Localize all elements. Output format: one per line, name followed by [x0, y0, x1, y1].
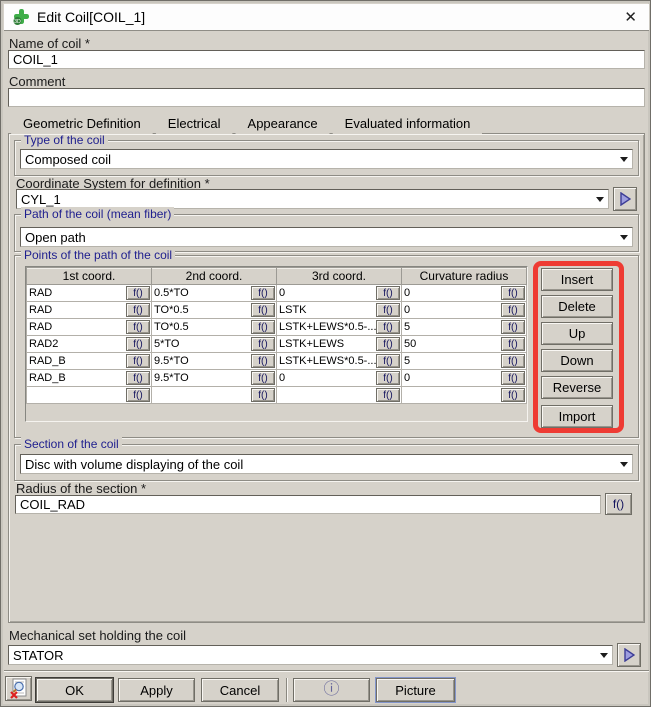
- tab-appearance[interactable]: Appearance: [236, 113, 330, 134]
- mechanical-set-detail-button[interactable]: [617, 643, 641, 667]
- tab-electrical[interactable]: Electrical: [156, 113, 233, 134]
- ok-button[interactable]: OK: [36, 678, 113, 702]
- check-physics-button[interactable]: [5, 676, 32, 701]
- flux-3d-app-icon: 3D: [12, 8, 30, 26]
- tab-label: Evaluated information: [345, 116, 471, 131]
- run-arrow-icon: [623, 648, 635, 662]
- mechanical-set-value: STATOR: [13, 648, 596, 663]
- svg-text:3D: 3D: [14, 19, 21, 25]
- mechanical-set-label: Mechanical set holding the coil: [9, 628, 186, 643]
- mechanical-set-select[interactable]: STATOR: [8, 645, 613, 665]
- tab-evaluated-information[interactable]: Evaluated information: [333, 113, 483, 134]
- tab-bar: Geometric Definition Electrical Appearan…: [11, 111, 485, 134]
- help-button[interactable]: ⓘ: [293, 678, 370, 702]
- picture-button[interactable]: Picture: [376, 678, 455, 702]
- tab-label: Appearance: [248, 116, 318, 131]
- window-title: Edit Coil[COIL_1]: [37, 9, 145, 25]
- chevron-down-icon: [600, 653, 608, 658]
- edit-coil-dialog: 3D Edit Coil[COIL_1] ✕ Name of coil * Co…: [0, 0, 651, 707]
- tab-label: Geometric Definition: [23, 116, 141, 131]
- info-circle-icon: ⓘ: [323, 681, 339, 698]
- footer-separator: [286, 678, 288, 702]
- apply-button[interactable]: Apply: [118, 678, 195, 702]
- name-of-coil-input[interactable]: [8, 50, 645, 69]
- document-magnifier-icon: [9, 678, 29, 699]
- cancel-button[interactable]: Cancel: [201, 678, 279, 702]
- tab-geometric-definition[interactable]: Geometric Definition: [11, 110, 153, 134]
- tab-label: Electrical: [168, 116, 221, 131]
- close-icon[interactable]: ✕: [620, 8, 641, 27]
- comment-input[interactable]: [8, 88, 645, 107]
- name-of-coil-label: Name of coil *: [9, 36, 90, 51]
- geometric-definition-panel: [8, 133, 645, 623]
- footer-divider: [4, 670, 649, 672]
- comment-label: Comment: [9, 74, 65, 89]
- title-bar: 3D Edit Coil[COIL_1] ✕: [4, 4, 649, 31]
